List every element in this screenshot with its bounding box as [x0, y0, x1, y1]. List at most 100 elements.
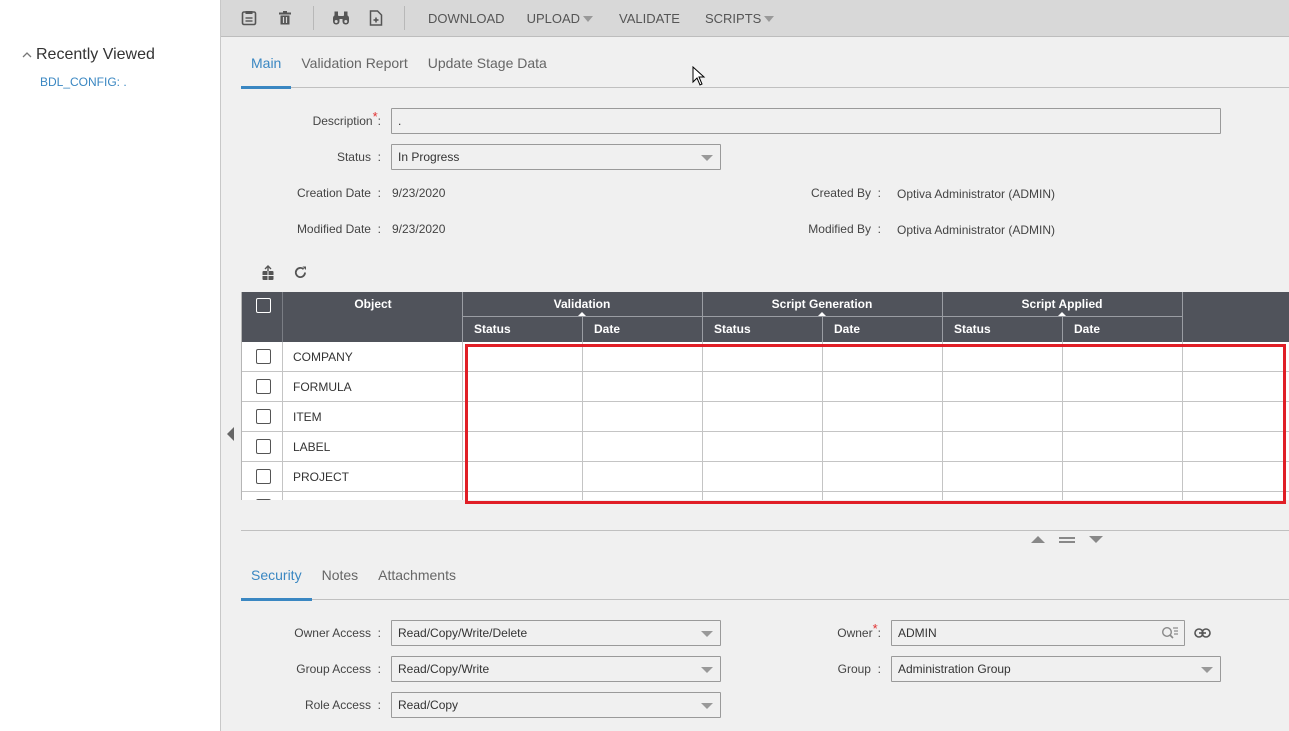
description-input[interactable]: . — [391, 108, 1221, 134]
tab-notes[interactable]: Notes — [312, 549, 369, 600]
row-object-name: FORMULA — [293, 380, 352, 394]
upload-label: UPLOAD — [526, 10, 581, 26]
main-tabs: Main Validation Report Update Stage Data — [241, 37, 1289, 89]
row-object-name: LABEL — [293, 440, 331, 454]
sidebar: Recently Viewed BDL_CONFIG: . — [0, 0, 221, 731]
column-group-validation: Validation — [553, 297, 611, 311]
expand-up-icon[interactable] — [1031, 536, 1045, 543]
export-grid-icon[interactable] — [261, 265, 275, 286]
role-access-select[interactable]: Read/Copy — [391, 692, 721, 718]
group-access-select[interactable]: Read/Copy/Write — [391, 656, 721, 682]
tab-attachments[interactable]: Attachments — [368, 549, 466, 600]
group-select[interactable]: Administration Group — [891, 656, 1221, 682]
dropdown-arrow-icon — [701, 631, 713, 637]
row-checkbox[interactable] — [256, 499, 271, 500]
table-row[interactable]: COMPANY — [242, 342, 1289, 372]
main-panel: Main Validation Report Update Stage Data… — [221, 37, 1289, 731]
status-label: Status : — [336, 150, 381, 164]
find-icon[interactable] — [332, 9, 350, 27]
dropdown-arrow-icon — [701, 667, 713, 673]
role-access-label: Role Access : — [304, 698, 381, 712]
row-checkbox[interactable] — [256, 469, 271, 484]
group-access-label: Group Access : — [296, 662, 381, 676]
panel-splitter[interactable] — [241, 530, 1289, 531]
column-header-validation-date[interactable]: Date — [594, 322, 620, 336]
table-row[interactable] — [242, 492, 1289, 500]
restore-split-icon[interactable] — [1059, 536, 1075, 543]
column-header-applied-status[interactable]: Status — [954, 322, 991, 336]
row-checkbox[interactable] — [256, 409, 271, 424]
column-divider — [822, 342, 823, 500]
column-group-script-applied: Script Applied — [1021, 297, 1103, 311]
status-select[interactable]: In Progress — [391, 144, 721, 170]
column-header-scriptgen-date[interactable]: Date — [834, 322, 860, 336]
tab-security[interactable]: Security — [241, 549, 312, 601]
scripts-button[interactable]: SCRIPTS — [704, 10, 775, 26]
column-divider — [702, 342, 703, 500]
scripts-label: SCRIPTS — [704, 10, 762, 26]
owner-input[interactable]: ADMIN — [891, 620, 1185, 646]
modified-date-label: Modified Date : — [296, 222, 381, 236]
modified-by-label: Modified By : — [808, 222, 881, 236]
dropdown-arrow-icon — [701, 703, 713, 709]
created-by-label: Created By : — [810, 186, 881, 200]
owner-access-select[interactable]: Read/Copy/Write/Delete — [391, 620, 721, 646]
row-checkbox[interactable] — [256, 349, 271, 364]
column-header-applied-date[interactable]: Date — [1074, 322, 1100, 336]
upload-button[interactable]: UPLOAD — [526, 10, 594, 26]
new-document-icon[interactable] — [367, 9, 385, 27]
owner-label: Owner*: — [837, 621, 881, 640]
delete-icon[interactable] — [276, 9, 294, 27]
column-divider — [282, 342, 283, 500]
column-divider — [942, 342, 943, 500]
table-row[interactable]: LABEL — [242, 432, 1289, 462]
column-divider — [582, 342, 583, 500]
expand-down-icon[interactable] — [1089, 536, 1103, 543]
download-label: DOWNLOAD — [428, 10, 505, 26]
validate-label: VALIDATE — [619, 10, 680, 26]
table-row[interactable]: FORMULA — [242, 372, 1289, 402]
select-all-checkbox[interactable] — [256, 298, 271, 313]
created-by-value: Optiva Administrator (ADMIN) — [897, 187, 1056, 201]
group-label: Group : — [837, 662, 881, 676]
owner-access-label: Owner Access : — [294, 626, 381, 640]
collapse-sidebar-arrow-icon[interactable] — [227, 427, 234, 441]
refresh-icon[interactable] — [293, 265, 308, 286]
row-object-name: ITEM — [293, 410, 322, 424]
table-row[interactable]: ITEM — [242, 402, 1289, 432]
bottom-tabs: Security Notes Attachments — [241, 549, 1289, 601]
row-checkbox[interactable] — [256, 379, 271, 394]
creation-date-value: 9/23/2020 — [392, 186, 446, 200]
description-label: Description*: — [312, 109, 381, 128]
mouse-cursor-icon — [692, 66, 706, 86]
modified-by-value: Optiva Administrator (ADMIN) — [897, 223, 1056, 237]
lookup-search-icon[interactable] — [1161, 625, 1179, 649]
link-icon[interactable] — [1194, 626, 1211, 644]
tab-main[interactable]: Main — [241, 37, 292, 89]
grid-header: Object Validation Status Date Script Gen… — [242, 292, 1289, 342]
column-divider — [1062, 342, 1063, 500]
row-object-name: COMPANY — [293, 350, 353, 364]
validate-button[interactable]: VALIDATE — [619, 11, 680, 26]
column-group-script-generation: Script Generation — [771, 297, 873, 311]
recent-item-link[interactable]: BDL_CONFIG: . — [40, 75, 127, 89]
recently-viewed-header[interactable]: Recently Viewed — [22, 46, 155, 64]
tab-update-stage-data[interactable]: Update Stage Data — [418, 37, 557, 88]
toolbar: DOWNLOAD UPLOAD VALIDATE SCRIPTS — [221, 0, 1289, 37]
tab-validation-report[interactable]: Validation Report — [291, 37, 417, 88]
column-header-validation-status[interactable]: Status — [474, 322, 511, 336]
chevron-up-icon — [22, 52, 32, 58]
row-checkbox[interactable] — [256, 439, 271, 454]
row-object-name: PROJECT — [293, 470, 350, 484]
column-header-object[interactable]: Object — [283, 297, 463, 311]
download-button[interactable]: DOWNLOAD — [428, 11, 505, 26]
caret-down-icon — [583, 15, 594, 22]
save-icon[interactable] — [240, 9, 258, 27]
grid-toolbar — [261, 265, 308, 286]
creation-date-label: Creation Date : — [296, 186, 381, 200]
modified-date-value: 9/23/2020 — [392, 222, 446, 236]
dropdown-arrow-icon — [701, 155, 713, 161]
caret-down-icon — [764, 15, 775, 22]
column-header-scriptgen-status[interactable]: Status — [714, 322, 751, 336]
table-row[interactable]: PROJECT — [242, 462, 1289, 492]
